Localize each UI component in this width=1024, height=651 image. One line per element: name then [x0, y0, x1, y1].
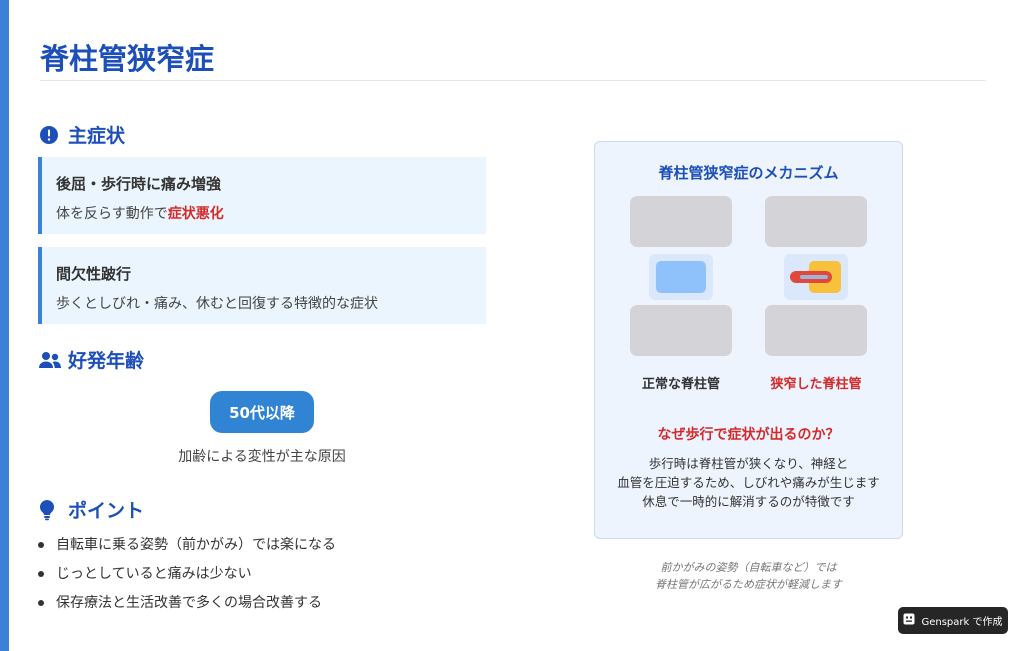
page-title: 脊柱管狭窄症: [40, 42, 215, 76]
why-title: なぜ歩行で症状が出るのか？: [657, 427, 840, 443]
age-note: 加齢による変性が主な原因: [178, 449, 346, 465]
list-item: 保存療法と生活改善で多くの場合改善する: [38, 591, 336, 620]
symptoms-heading-label: 主症状: [68, 125, 126, 147]
users-icon: [38, 349, 61, 371]
mechanism-panel: 脊柱管狭窄症のメカニズム 正常な脊柱管 狭窄した脊柱管 なぜ歩行で症状が出るのか…: [594, 141, 903, 539]
vertebra-normal-lower: [630, 305, 732, 356]
vertebra-normal-upper: [630, 196, 732, 247]
genspark-logo-icon: [903, 613, 915, 628]
why-line-1: 歩行時は脊柱管が狭くなり、神経と: [648, 456, 849, 471]
symptom-card-2-text: 歩くとしびれ・痛み、休むと回復する特徴的な症状: [56, 293, 378, 313]
genspark-badge[interactable]: Genspark で作成: [898, 607, 1008, 634]
symptom-card-1-highlight: 症状悪化: [167, 206, 224, 222]
left-accent-bar: [0, 0, 9, 651]
nerve-core: [800, 275, 828, 279]
narrow-canal-label: 狭窄した脊柱管: [770, 377, 862, 392]
why-line-3: 休息で一時的に解消するのが特徴です: [642, 494, 855, 509]
age-badge: 50代以降: [210, 391, 314, 433]
age-heading-label: 好発年齢: [68, 350, 145, 372]
normal-canal-label: 正常な脊柱管: [641, 377, 720, 392]
points-list: 自転車に乗る姿勢（前かがみ）では楽になる じっとしていると痛みは少ない 保存療法…: [38, 533, 336, 620]
list-item: 自転車に乗る姿勢（前かがみ）では楽になる: [38, 533, 336, 562]
lightbulb-icon: [38, 499, 60, 521]
symptom-card-1-title: 後屈・歩行時に痛み増強: [56, 175, 222, 193]
exclamation-circle-icon: [38, 124, 60, 146]
title-divider: [40, 80, 986, 81]
canal-normal: [656, 261, 706, 293]
points-heading-label: ポイント: [68, 500, 145, 522]
symptoms-heading: 主症状: [38, 121, 125, 148]
symptom-card-1-text: 体を反らす動作で症状悪化: [56, 203, 224, 223]
caption-line-1: 前かがみの姿勢（自転車など）では: [660, 561, 837, 574]
symptom-card-1: 後屈・歩行時に痛み増強 体を反らす動作で症状悪化: [38, 157, 486, 234]
symptom-card-2-title: 間欠性跛行: [56, 265, 132, 283]
list-item: じっとしていると痛みは少ない: [38, 562, 336, 591]
mechanism-title: 脊柱管狭窄症のメカニズム: [658, 164, 839, 182]
symptom-card-1-text-prefix: 体を反らす動作で: [56, 206, 168, 222]
age-heading: 好発年齢: [38, 346, 144, 373]
caption-line-2: 脊柱管が広がるため症状が軽減します: [655, 578, 842, 591]
symptom-card-2-text-prefix: 歩くとしびれ・痛み、休むと回復する特徴的な症状: [56, 296, 378, 312]
points-heading: ポイント: [38, 496, 144, 523]
why-line-2: 血管を圧迫するため、しびれや痛みが生じます: [617, 475, 880, 490]
vertebra-narrow-lower: [765, 305, 867, 356]
symptom-card-2: 間欠性跛行 歩くとしびれ・痛み、休むと回復する特徴的な症状: [38, 247, 486, 324]
vertebra-narrow-upper: [765, 196, 867, 247]
genspark-badge-label: Genspark で作成: [921, 617, 1003, 628]
